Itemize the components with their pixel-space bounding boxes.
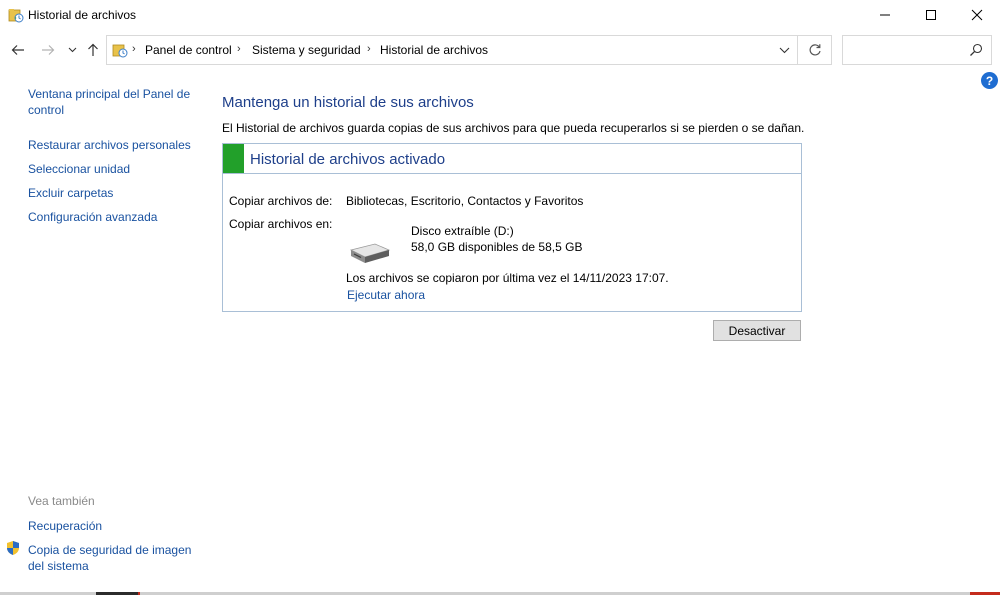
minimize-button[interactable] [862,0,908,30]
maximize-icon [926,10,936,20]
link-restore-personal-files[interactable]: Restaurar archivos personales [28,137,198,153]
copy-from-value: Bibliotecas, Escritorio, Contactos y Fav… [346,194,584,208]
chevron-right-icon: › [132,43,136,55]
forward-button[interactable] [36,39,60,61]
breadcrumb-system-security[interactable]: Sistema y seguridad [252,43,361,57]
arrow-left-icon [11,45,24,55]
status-panel: Historial de archivos activado Copiar ar… [222,143,802,312]
chevron-right-icon[interactable]: › [367,43,371,55]
status-title: Historial de archivos activado [250,151,446,168]
copy-to-label: Copiar archivos en: [229,217,333,231]
divider [223,173,801,174]
see-also-heading: Vea también [28,494,95,508]
link-select-drive[interactable]: Seleccionar unidad [28,161,198,177]
close-icon [971,9,983,21]
help-button[interactable]: ? [981,72,998,89]
link-control-panel-home[interactable]: Ventana principal del Panel de control [28,86,198,118]
chevron-down-icon [779,47,789,53]
window-title: Historial de archivos [28,8,137,22]
maximize-button[interactable] [908,0,954,30]
deactivate-button[interactable]: Desactivar [713,320,801,341]
page-description: El Historial de archivos guarda copias d… [222,121,805,135]
navigation-bar: › Panel de control › Sistema y seguridad… [0,30,1000,70]
recent-locations-button[interactable] [62,39,82,61]
close-button[interactable] [954,0,1000,30]
breadcrumb-file-history[interactable]: Historial de archivos [380,43,488,57]
address-dropdown-button[interactable] [771,36,797,64]
search-icon[interactable] [969,43,983,57]
address-bar[interactable]: › Panel de control › Sistema y seguridad… [106,35,798,65]
drive-name: Disco extraíble (D:) [411,224,514,238]
link-recovery[interactable]: Recuperación [28,518,198,534]
minimize-icon [880,14,890,16]
title-bar: Historial de archivos [0,0,1000,30]
link-advanced-settings[interactable]: Configuración avanzada [28,209,198,225]
removable-drive-icon [349,243,391,263]
arrow-up-icon [88,43,98,56]
arrow-right-icon [42,45,55,55]
search-input[interactable] [847,40,965,60]
back-button[interactable] [6,39,30,61]
search-box[interactable] [842,35,992,65]
drive-free-space: 58,0 GB disponibles de 58,5 GB [411,240,583,254]
file-history-icon [8,9,24,23]
shield-icon [7,541,19,555]
chevron-down-icon [68,47,76,53]
last-copy-text: Los archivos se copiaron por última vez … [346,271,669,285]
status-indicator [223,144,244,173]
copy-from-label: Copiar archivos de: [229,194,333,208]
refresh-icon [809,44,821,56]
chevron-right-icon[interactable]: › [237,43,241,55]
run-now-link[interactable]: Ejecutar ahora [347,288,425,302]
file-history-icon [112,44,128,58]
up-button[interactable] [82,39,104,61]
link-system-image-backup[interactable]: Copia de seguridad de imagen del sistema [28,542,198,574]
refresh-button[interactable] [798,35,832,65]
breadcrumb-control-panel[interactable]: Panel de control [145,43,232,57]
page-title: Mantenga un historial de sus archivos [222,94,474,111]
link-exclude-folders[interactable]: Excluir carpetas [28,185,198,201]
